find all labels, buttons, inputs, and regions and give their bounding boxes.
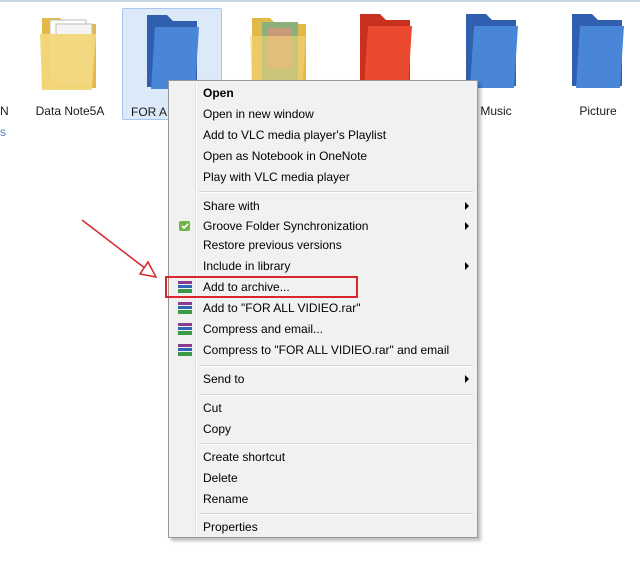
annotation-arrow-icon [81, 219, 158, 279]
